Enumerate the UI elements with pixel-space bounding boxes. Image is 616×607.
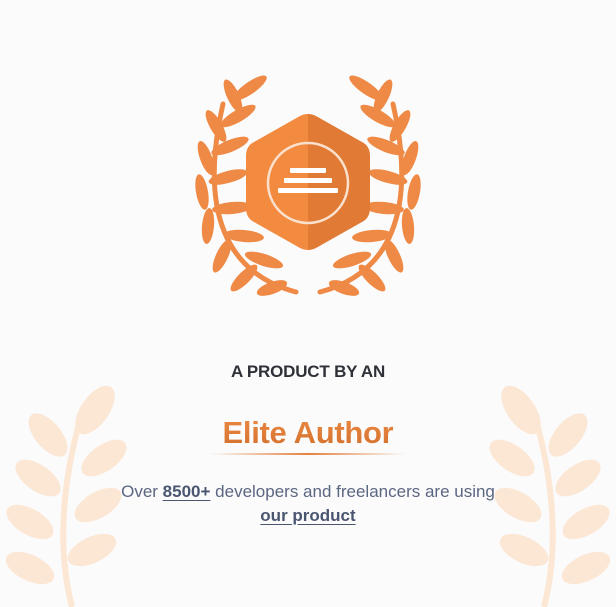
stats-prefix: Over (121, 482, 158, 501)
elite-author-badge-icon (195, 75, 421, 296)
developer-count-link[interactable]: 8500+ (163, 482, 211, 501)
elite-author-title: Elite Author (0, 415, 616, 451)
hexagon-emblem-icon (246, 114, 370, 250)
tagline-text: A PRODUCT BY AN (230, 362, 386, 381)
title-underline-divider (210, 453, 406, 455)
our-product-link[interactable]: our product (260, 506, 355, 525)
stats-middle: developers and freelancers are using (215, 482, 495, 501)
stats-description: Over 8500+ developers and freelancers ar… (0, 480, 616, 528)
elite-author-title-text: Elite Author (222, 415, 394, 450)
